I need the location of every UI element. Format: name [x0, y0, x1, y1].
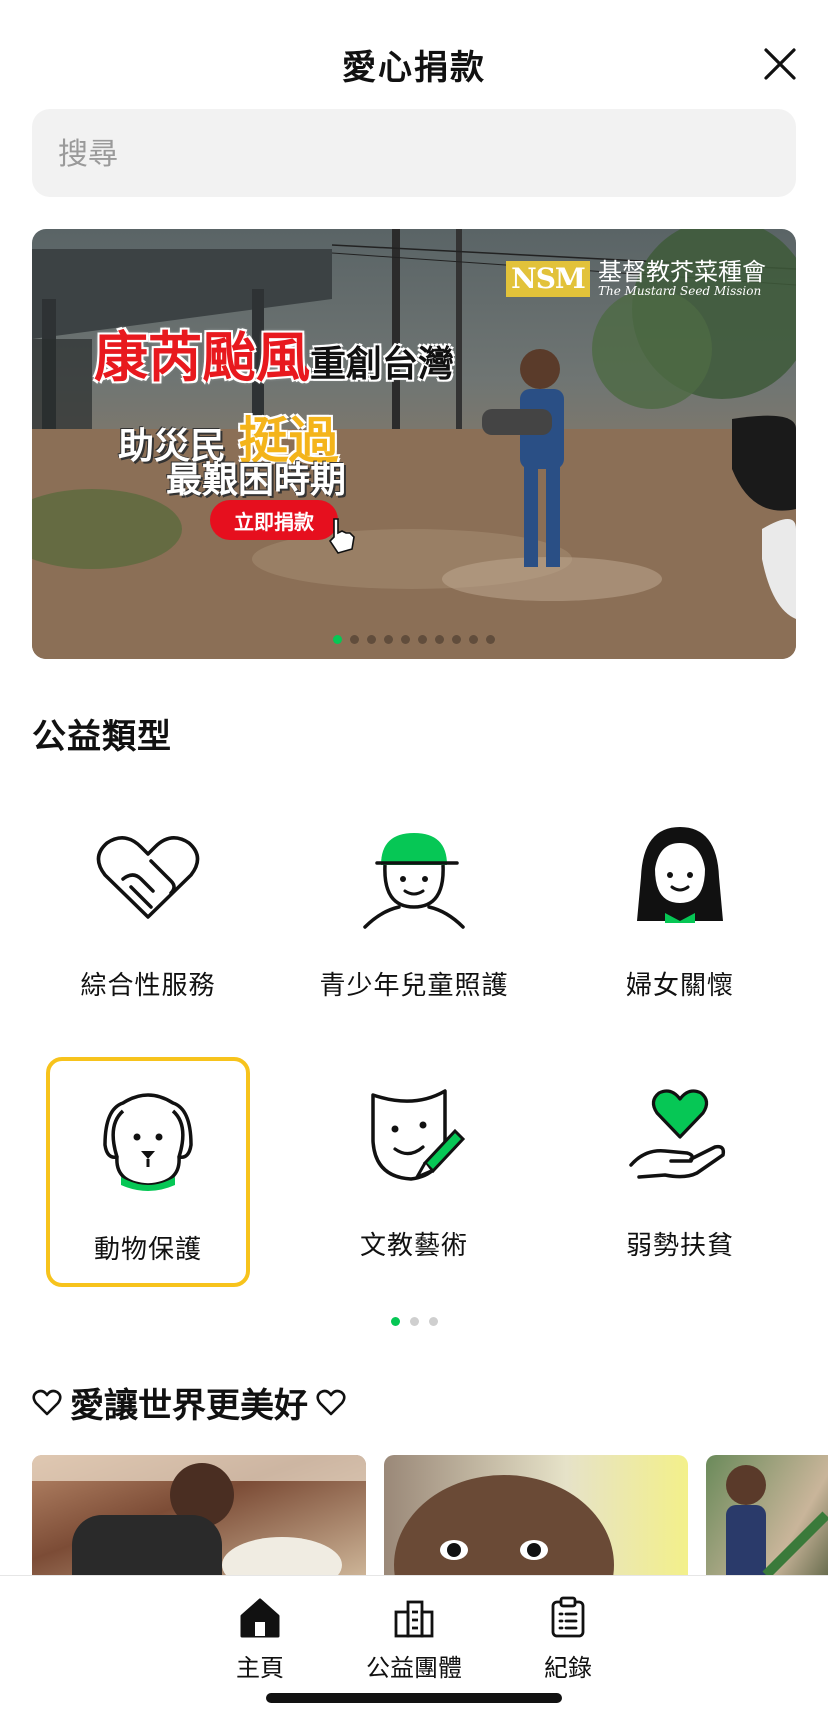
kid-cap-icon [363, 833, 465, 929]
pagination-dot[interactable] [428, 1317, 438, 1326]
category-general-service[interactable]: 綜合性服務 [46, 797, 250, 1027]
section-title-categories: 公益類型 [32, 717, 172, 757]
pagination-dot[interactable] [384, 635, 393, 644]
pagination-dot[interactable] [390, 1317, 400, 1326]
page-title: 愛心捐款 [342, 48, 486, 88]
woman-icon [637, 827, 723, 923]
category-women-care[interactable]: 婦女關懷 [578, 797, 782, 1027]
donate-now-button[interactable]: 立即捐款 [210, 500, 338, 540]
category-culture-education-arts[interactable]: 文教藝術 [312, 1057, 516, 1287]
pagination-dot[interactable] [435, 635, 444, 644]
promo-banner[interactable]: NSM 基督教芥菜種會 The Mustard Seed Mission 康芮颱… [32, 229, 796, 659]
tab-records[interactable]: 紀錄 [493, 1596, 643, 1683]
dog-icon [103, 1093, 193, 1191]
hand-pointer-icon [328, 518, 355, 554]
org-mark: NSM [506, 260, 590, 297]
tab-home[interactable]: 主頁 [185, 1596, 335, 1683]
pagination-dot[interactable] [367, 635, 376, 644]
handshake-heart-icon [96, 836, 200, 919]
pagination-dot[interactable] [418, 635, 427, 644]
category-pagination [0, 1317, 828, 1326]
org-name-cn: 基督教芥菜種會 [598, 258, 766, 286]
category-animal-protection[interactable]: 動物保護 [46, 1057, 250, 1287]
header: 愛心捐款 [0, 0, 828, 120]
pagination-dot[interactable] [333, 635, 342, 644]
search-input[interactable] [56, 109, 760, 199]
heart-outline-icon [32, 1389, 62, 1415]
banner-headline-sub: 重創台灣 [310, 344, 455, 385]
pagination-dot[interactable] [409, 1317, 419, 1326]
story-card[interactable] [706, 1455, 828, 1575]
banner-line3: 最艱困時期 [166, 460, 347, 501]
banner-headline: 康芮颱風重創台灣 [94, 326, 455, 389]
story-card-image [394, 1475, 614, 1575]
pagination-dot[interactable] [469, 635, 478, 644]
hand-heart-icon [629, 1089, 726, 1179]
org-name-en: The Mustard Seed Mission [598, 284, 762, 299]
pagination-dot[interactable] [452, 635, 461, 644]
heart-outline-icon [316, 1389, 346, 1415]
search-bar[interactable] [32, 109, 796, 199]
category-poverty-relief[interactable]: 弱勢扶貧 [578, 1057, 782, 1287]
home-indicator [266, 1693, 562, 1703]
story-card[interactable] [384, 1455, 688, 1575]
story-card-image [726, 1465, 828, 1575]
home-icon [240, 1598, 280, 1638]
buildings-icon [394, 1600, 434, 1638]
pagination-dot[interactable] [401, 635, 410, 644]
close-icon[interactable] [760, 44, 800, 84]
pagination-dot[interactable] [486, 635, 495, 644]
banner-pagination [32, 635, 796, 644]
story-card[interactable] [32, 1455, 366, 1575]
story-card-carousel[interactable] [32, 1455, 828, 1575]
pagination-dot[interactable] [350, 635, 359, 644]
category-youth-children-care[interactable]: 青少年兒童照護 [312, 797, 516, 1027]
tab-charity-groups[interactable]: 公益團體 [339, 1596, 489, 1683]
section-title-love: 愛讓世界更美好 [32, 1378, 346, 1427]
story-card-image [32, 1455, 366, 1575]
mask-brush-icon [371, 1089, 466, 1181]
clipboard-icon [551, 1596, 585, 1638]
org-logo: NSM 基督教芥菜種會 The Mustard Seed Mission [506, 259, 766, 299]
